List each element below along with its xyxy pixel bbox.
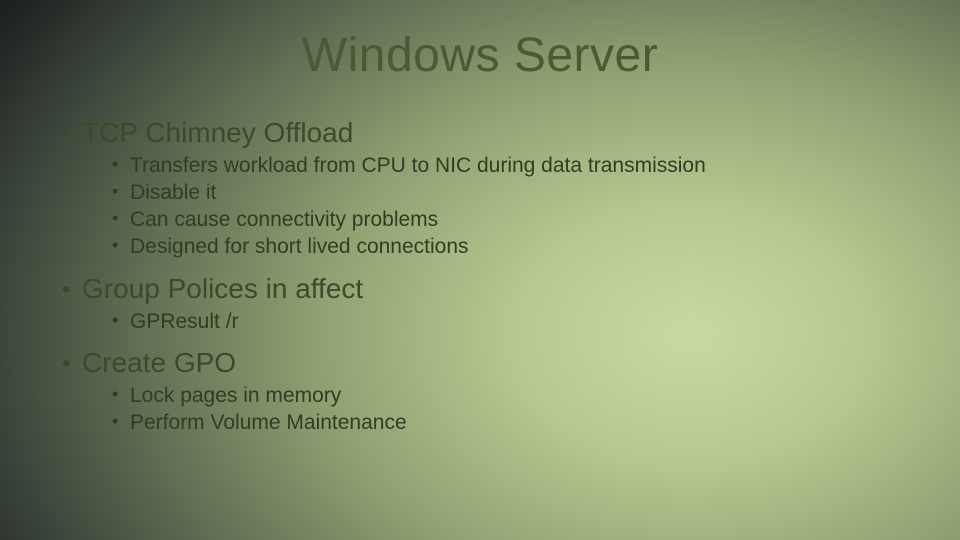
sub-list-item: Lock pages in memory — [112, 383, 900, 410]
sub-list: GPResult /r — [112, 309, 900, 336]
list-item: Group Polices in affect GPResult /r — [60, 273, 900, 336]
sub-list-item: GPResult /r — [112, 309, 900, 336]
slide: Windows Server TCP Chimney Offload Trans… — [0, 0, 960, 540]
slide-title: Windows Server — [60, 28, 900, 83]
list-item: Create GPO Lock pages in memory Perform … — [60, 347, 900, 437]
list-item-label: TCP Chimney Offload — [82, 117, 353, 148]
sub-list-item: Disable it — [112, 180, 900, 207]
list-item-label: Create GPO — [82, 347, 236, 378]
sub-list-item: Perform Volume Maintenance — [112, 410, 900, 437]
sub-list-item: Designed for short lived connections — [112, 234, 900, 261]
sub-list: Transfers workload from CPU to NIC durin… — [112, 153, 900, 261]
sub-list: Lock pages in memory Perform Volume Main… — [112, 383, 900, 437]
list-item: TCP Chimney Offload Transfers workload f… — [60, 117, 900, 261]
list-item-label: Group Polices in affect — [82, 273, 363, 304]
sub-list-item: Can cause connectivity problems — [112, 207, 900, 234]
bullet-list: TCP Chimney Offload Transfers workload f… — [60, 117, 900, 437]
sub-list-item: Transfers workload from CPU to NIC durin… — [112, 153, 900, 180]
